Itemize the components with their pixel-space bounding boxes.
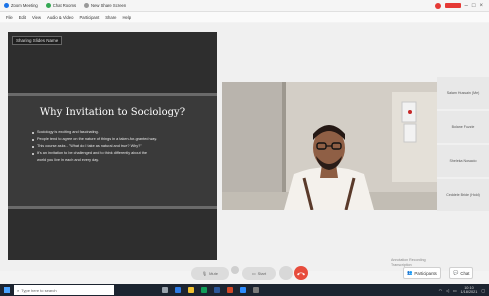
file-explorer-icon[interactable] (188, 287, 194, 293)
slide-title: Why Invitation to Sociology? (39, 107, 186, 118)
tab-share-screen[interactable]: New Share Screen (80, 1, 130, 11)
zoom-app-icon[interactable] (240, 287, 246, 293)
battery-icon[interactable]: ▭ (453, 288, 457, 293)
menu-participant[interactable]: Participant (79, 15, 99, 20)
chat-label: Chat (460, 270, 470, 276)
menu-bar: File Edit View Audio & Video Participant… (0, 12, 489, 22)
minimize-icon[interactable]: – (465, 3, 468, 9)
chat-button[interactable]: 💬 Chat (449, 267, 474, 279)
slide-bullet: Sociology is exciting and fascinating. (32, 129, 202, 136)
people-icon: 👥 (407, 270, 413, 275)
recording-indicator[interactable] (444, 3, 461, 8)
menu-help[interactable]: Help (122, 15, 131, 20)
taskbar: ⌕ Type here to search ◠ ◁ ▭ 10:10 1/18/2… (0, 284, 489, 296)
task-view-icon[interactable] (162, 287, 168, 293)
video-label: Start (257, 270, 267, 276)
system-tray: ◠ ◁ ▭ 10:10 1/18/2021 ▢ (439, 286, 489, 295)
participants-label: Participants (414, 270, 437, 276)
mute-button[interactable]: 🎙 Mute (191, 266, 229, 280)
taskbar-search[interactable]: ⌕ Type here to search (14, 285, 114, 295)
clock[interactable]: 10:10 1/18/2021 (461, 286, 478, 295)
more-options-button[interactable] (279, 266, 293, 280)
video-button[interactable]: ▭ Start (242, 266, 276, 280)
participant-name: Ceddele Bride (Hold) (446, 193, 480, 197)
start-button[interactable] (0, 284, 14, 296)
participant-name: Salam Hussain (Me) (446, 91, 480, 95)
zoom-icon (4, 3, 9, 8)
share-icon (84, 3, 90, 8)
menu-view[interactable]: View (32, 15, 41, 20)
menu-file[interactable]: File (6, 15, 13, 20)
menu-edit[interactable]: Edit (19, 15, 26, 20)
participant-tile[interactable]: Salam Hussain (Me) (437, 77, 489, 109)
camera-icon: ▭ (251, 270, 256, 276)
meeting-area: Sharing Slides Name Why Invitation to So… (0, 23, 489, 271)
chat-icon (45, 3, 51, 8)
presentation-slide: Why Invitation to Sociology? Sociology i… (8, 93, 217, 209)
speaker-video-image (222, 82, 437, 210)
tab-chat-rooms[interactable]: Chat Rooms (42, 1, 80, 11)
chrome-icon[interactable] (201, 287, 207, 293)
slide-bullet-continuation: world you live in each and every day. (37, 158, 99, 162)
clock-date: 1/18/2021 (460, 290, 478, 294)
tab-label: Zoom Meeting (11, 3, 38, 8)
search-placeholder: Type here to search (21, 287, 57, 293)
search-icon: ⌕ (17, 287, 20, 293)
windows-icon (4, 287, 10, 293)
tab-label: New Share Screen (91, 3, 127, 8)
sharing-label[interactable]: Sharing Slides Name (12, 36, 63, 45)
microphone-icon: 🎙 (202, 270, 208, 276)
tab-label: Chat Rooms (52, 3, 77, 8)
slide-bullet: It's an invitation to be challenged and … (32, 150, 202, 157)
volume-icon[interactable]: ◁ (446, 288, 449, 293)
menu-share[interactable]: Share (105, 15, 116, 20)
taskbar-apps (162, 287, 259, 293)
notification-icon[interactable]: ▢ (481, 288, 485, 293)
chat-bubble-icon: 💬 (453, 270, 459, 275)
wifi-icon[interactable]: ◠ (439, 288, 442, 293)
participant-name: Bolane Fuzzle (451, 125, 475, 129)
screen-share-panel: Sharing Slides Name Why Invitation to So… (8, 32, 217, 260)
participant-list: Salam Hussain (Me) Bolane Fuzzle Sheleka… (437, 77, 489, 211)
recording-icon (434, 2, 441, 9)
phone-hangup-icon (297, 272, 305, 276)
meeting-controls: 🎙 Mute ▭ Start 👥 Participants 💬 Chat (0, 262, 489, 284)
word-icon[interactable] (214, 287, 220, 293)
maximize-icon[interactable]: □ (472, 3, 476, 9)
participants-button[interactable]: 👥 Participants (403, 267, 441, 279)
participant-tile[interactable]: Ceddele Bride (Hold) (437, 179, 489, 211)
speaker-video[interactable] (222, 82, 437, 210)
participant-name: Sheleka Nosacio (449, 159, 477, 163)
edge-icon[interactable] (175, 287, 181, 293)
mute-options-button[interactable] (231, 266, 239, 274)
browser-tab-bar: Zoom Meeting Chat Rooms New Share Screen… (0, 0, 489, 12)
settings-icon[interactable] (253, 287, 259, 293)
close-icon[interactable]: × (479, 3, 483, 9)
menu-audio-video[interactable]: Audio & Video (47, 15, 73, 20)
participant-tile[interactable]: Bolane Fuzzle (437, 111, 489, 143)
mute-label: Mute (209, 270, 218, 276)
leave-call-button[interactable] (294, 266, 308, 280)
tab-zoom-meeting[interactable]: Zoom Meeting (0, 1, 42, 11)
slide-bullet: This course asks - "What do I take as na… (32, 143, 202, 150)
slide-bullet: People tend to agree on the nature of th… (32, 136, 202, 143)
powerpoint-icon[interactable] (227, 287, 233, 293)
participant-tile[interactable]: Sheleka Nosacio (437, 145, 489, 177)
slide-bullets: Sociology is exciting and fascinating. P… (32, 129, 202, 164)
